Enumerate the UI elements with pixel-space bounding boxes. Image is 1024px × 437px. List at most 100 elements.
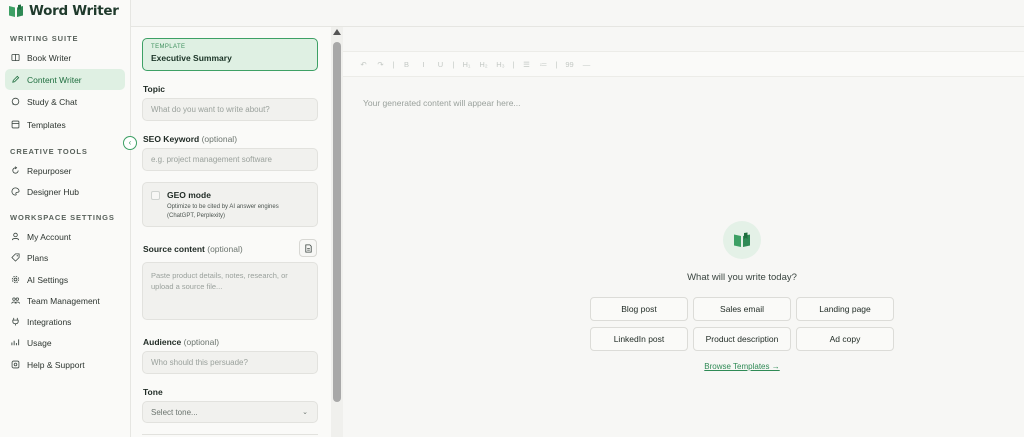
editor-toolbar: ↶ ↷ | B I U | H₁ H₂ H₃ | ☰ ≔ | 99 — xyxy=(343,51,1024,77)
upload-source-button[interactable] xyxy=(299,239,317,257)
chip-product-description[interactable]: Product description xyxy=(693,327,791,351)
sidebar-item-label: Team Management xyxy=(27,295,100,306)
sidebar-item-book-writer[interactable]: Book Writer xyxy=(5,47,125,68)
team-icon xyxy=(11,296,20,305)
brand-name: Word Writer xyxy=(29,3,119,19)
sidebar: Word Writer WRITING SUITE Book Writer Co… xyxy=(0,0,131,437)
underline-button[interactable]: U xyxy=(432,60,449,69)
seo-keyword-label: SEO Keyword (optional) xyxy=(143,134,238,144)
user-icon xyxy=(11,232,20,241)
toolbar-divider: | xyxy=(392,59,395,69)
sidebar-item-repurposer[interactable]: Repurposer xyxy=(5,160,125,181)
sidebar-item-study-chat[interactable]: Study & Chat xyxy=(5,91,125,112)
collapse-sidebar-button[interactable]: ‹ xyxy=(123,136,137,150)
redo-icon[interactable]: ↷ xyxy=(372,60,389,69)
palette-icon xyxy=(11,187,20,196)
chevron-left-icon: ‹ xyxy=(128,138,132,147)
source-content-label: Source content (optional) xyxy=(143,244,243,254)
browse-templates-link[interactable]: Browse Templates → xyxy=(686,362,798,371)
brand-logo[interactable]: Word Writer xyxy=(8,2,119,20)
bold-button[interactable]: B xyxy=(398,60,415,69)
chip-ad-copy[interactable]: Ad copy xyxy=(796,327,894,351)
geo-mode-description: Optimize to be cited by AI answer engine… xyxy=(167,204,279,219)
sidebar-item-designer-hub[interactable]: Designer Hub xyxy=(5,181,125,202)
chip-blog-post[interactable]: Blog post xyxy=(590,297,688,321)
form-panel: TEMPLATE Executive Summary Topic What do… xyxy=(131,27,343,437)
book-icon xyxy=(11,53,20,62)
heading1-button[interactable]: H₁ xyxy=(458,60,475,69)
italic-button[interactable]: I xyxy=(415,60,432,69)
seo-keyword-input[interactable]: e.g. project management software xyxy=(142,148,318,171)
scrollbar-thumb[interactable] xyxy=(333,42,341,402)
scroll-up-arrow-icon[interactable] xyxy=(333,29,341,35)
sidebar-item-label: Designer Hub xyxy=(27,186,79,197)
audience-label: Audience (optional) xyxy=(143,337,220,347)
sidebar-item-ai-settings[interactable]: AI Settings xyxy=(5,269,125,290)
optional-hint: (optional) xyxy=(201,134,238,144)
heading2-button[interactable]: H₂ xyxy=(475,60,492,69)
topic-label: Topic xyxy=(143,84,166,94)
sidebar-item-label: Content Writer xyxy=(27,74,82,85)
sidebar-item-my-account[interactable]: My Account xyxy=(5,226,125,247)
template-selector[interactable]: TEMPLATE Executive Summary xyxy=(142,38,318,71)
tone-select-value: Select tone... xyxy=(151,407,198,417)
horizontal-rule-button[interactable]: — xyxy=(578,60,595,69)
tone-label: Tone xyxy=(143,387,163,397)
sidebar-item-label: Repurposer xyxy=(27,165,72,176)
audience-input[interactable]: Who should this persuade? xyxy=(142,351,318,374)
quote-button[interactable]: 99 xyxy=(561,60,578,69)
editor-area: ↶ ↷ | B I U | H₁ H₂ H₃ | ☰ ≔ | 99 — Your… xyxy=(343,27,1024,437)
template-label: TEMPLATE xyxy=(151,44,186,50)
sidebar-item-integrations[interactable]: Integrations xyxy=(5,311,125,332)
sidebar-item-help-support[interactable]: Help & Support xyxy=(5,354,125,375)
sidebar-item-plans[interactable]: Plans xyxy=(5,247,125,268)
templates-icon xyxy=(11,120,20,129)
undo-icon[interactable]: ↶ xyxy=(355,60,372,69)
sidebar-item-label: Usage xyxy=(27,337,52,348)
sidebar-item-label: Plans xyxy=(27,252,49,263)
source-content-textarea[interactable]: Paste product details, notes, research, … xyxy=(142,262,318,320)
sidebar-item-team-management[interactable]: Team Management xyxy=(5,290,125,311)
hero-book-icon xyxy=(723,221,761,259)
optional-hint: (optional) xyxy=(207,244,243,254)
editor-placeholder[interactable]: Your generated content will appear here.… xyxy=(363,98,521,108)
file-upload-icon xyxy=(304,243,312,253)
help-icon xyxy=(11,360,20,369)
toolbar-divider: | xyxy=(555,59,558,69)
heading3-button[interactable]: H₃ xyxy=(492,60,509,69)
sidebar-item-label: My Account xyxy=(27,231,71,242)
section-title-writing-suite: WRITING SUITE xyxy=(10,34,79,43)
chevron-down-icon: ⌄ xyxy=(302,409,308,416)
chip-linkedin-post[interactable]: LinkedIn post xyxy=(590,327,688,351)
topic-input[interactable]: What do you want to write about? xyxy=(142,98,318,121)
plug-icon xyxy=(11,317,20,326)
bullet-list-button[interactable]: ☰ xyxy=(518,60,535,69)
template-value: Executive Summary xyxy=(151,53,232,63)
sidebar-item-label: AI Settings xyxy=(27,274,69,285)
sidebar-item-usage[interactable]: Usage xyxy=(5,332,125,353)
sidebar-item-templates[interactable]: Templates xyxy=(5,114,125,135)
numbered-list-button[interactable]: ≔ xyxy=(535,60,552,69)
sidebar-item-label: Study & Chat xyxy=(27,96,78,107)
toolbar-divider: | xyxy=(512,59,515,69)
tag-icon xyxy=(11,253,20,262)
section-title-creative-tools: CREATIVE TOOLS xyxy=(10,147,88,156)
top-bar xyxy=(131,0,1024,27)
usage-icon xyxy=(11,338,20,347)
tone-select[interactable]: Select tone... ⌄ xyxy=(142,401,318,423)
chip-sales-email[interactable]: Sales email xyxy=(693,297,791,321)
geo-mode-option[interactable]: GEO mode Optimize to be cited by AI answ… xyxy=(142,182,318,227)
sidebar-item-label: Help & Support xyxy=(27,359,85,370)
geo-mode-checkbox[interactable] xyxy=(151,191,160,200)
geo-mode-title: GEO mode xyxy=(167,190,211,200)
chip-landing-page[interactable]: Landing page xyxy=(796,297,894,321)
gear-icon xyxy=(11,275,20,284)
chat-icon xyxy=(11,97,20,106)
book-logo-icon xyxy=(9,4,23,17)
sidebar-item-label: Book Writer xyxy=(27,52,72,63)
refresh-icon xyxy=(11,166,20,175)
toolbar-divider: | xyxy=(452,59,455,69)
sidebar-item-label: Integrations xyxy=(27,316,72,327)
sidebar-item-content-writer[interactable]: Content Writer xyxy=(5,69,125,90)
optional-hint: (optional) xyxy=(183,337,220,347)
